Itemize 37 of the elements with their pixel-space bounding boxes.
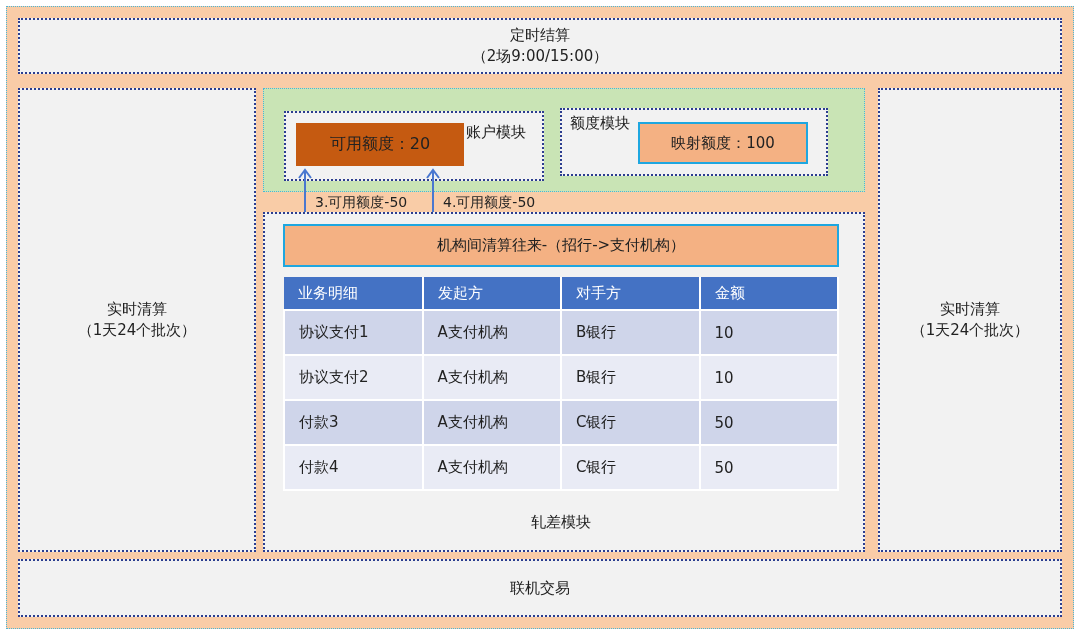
- table-cell: 10: [699, 355, 838, 400]
- table-cell: 付款3: [284, 400, 423, 445]
- up-arrow: [298, 168, 312, 212]
- table-cell: 协议支付1: [284, 310, 423, 355]
- mapped-quota-box: 映射额度：100: [638, 122, 808, 164]
- module-label: 账户模块: [466, 123, 526, 142]
- column-header: 对手方: [561, 277, 700, 310]
- panel-title: 实时清算: [940, 299, 1000, 320]
- panel-subtitle: （2场9:00/15:00）: [471, 46, 609, 67]
- panel-title: 联机交易: [510, 577, 570, 599]
- arrow-label: 3.可用额度-50: [315, 193, 408, 211]
- panel-title: 实时清算: [107, 299, 167, 320]
- table-cell: 10: [699, 310, 838, 355]
- up-arrow: [426, 168, 440, 212]
- panel-subtitle: （1天24个批次）: [77, 320, 197, 341]
- table-cell: A支付机构: [422, 310, 561, 355]
- table-cell: 50: [699, 400, 838, 445]
- clearing-banner: 机构间清算往来-（招行->支付机构）: [283, 224, 839, 267]
- table-cell: B银行: [561, 310, 700, 355]
- table-cell: A支付机构: [422, 355, 561, 400]
- module-label: 轧差模块: [531, 513, 591, 532]
- panel-title: 定时结算: [510, 25, 570, 46]
- table-cell: 50: [699, 445, 838, 490]
- arrow-label: 4.可用额度-50: [443, 193, 536, 211]
- table-cell: C银行: [561, 445, 700, 490]
- column-header: 金额: [699, 277, 838, 310]
- table-cell: 协议支付2: [284, 355, 423, 400]
- table-cell: 付款4: [284, 445, 423, 490]
- table-cell: C银行: [561, 400, 700, 445]
- column-header: 业务明细: [284, 277, 423, 310]
- balance-box: 可用额度：20: [296, 123, 464, 166]
- table-cell: A支付机构: [422, 445, 561, 490]
- module-label: 额度模块: [570, 114, 630, 133]
- table-cell: B银行: [561, 355, 700, 400]
- panel-subtitle: （1天24个批次）: [910, 320, 1030, 341]
- column-header: 发起方: [422, 277, 561, 310]
- table-cell: A支付机构: [422, 400, 561, 445]
